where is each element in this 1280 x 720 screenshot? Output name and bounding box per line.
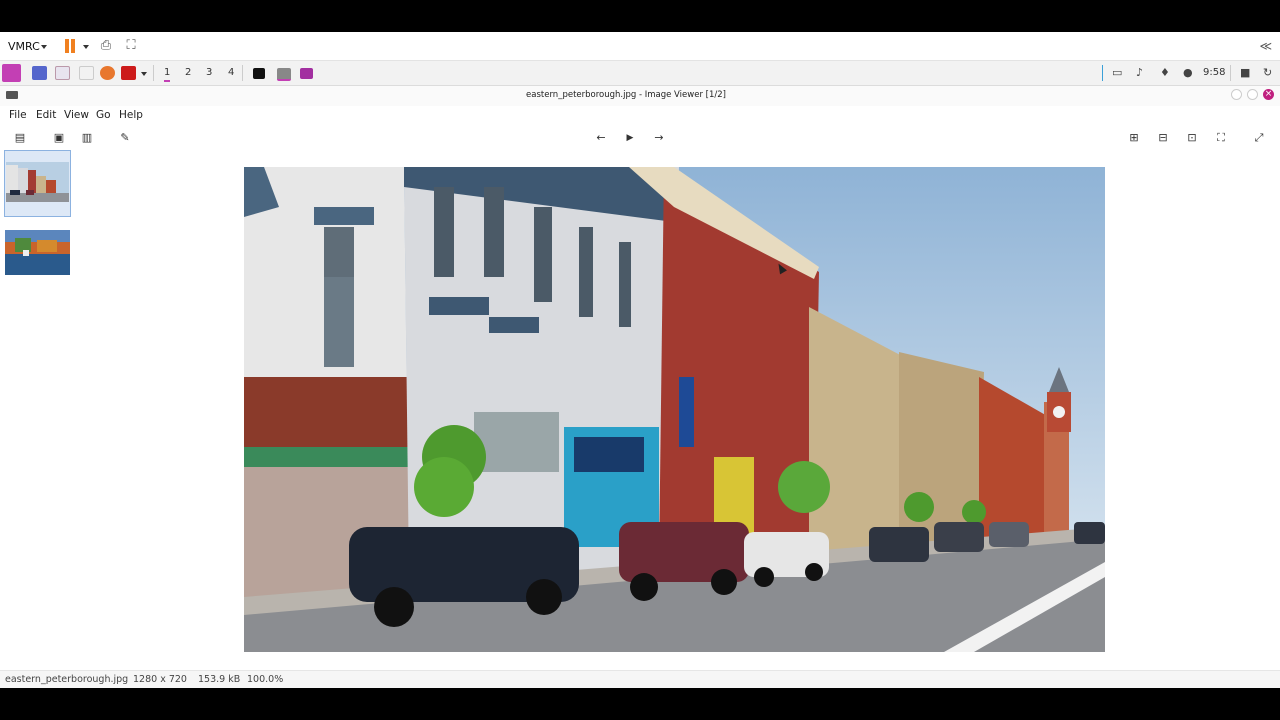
status-filesize: 153.9 kB: [198, 674, 241, 685]
image-viewer-window: eastern_peterborough.jpg - Image Viewer …: [0, 86, 1280, 688]
zoom-original-icon[interactable]: ⊡: [1184, 130, 1200, 146]
terminal-icon[interactable]: [253, 68, 265, 79]
zoom-in-icon[interactable]: ⊞: [1126, 130, 1142, 146]
window-title: eastern_peterborough.jpg - Image Viewer …: [526, 90, 726, 100]
pause-icon[interactable]: [65, 39, 75, 53]
lock-icon[interactable]: ■: [1240, 67, 1250, 79]
minimize-button[interactable]: [1231, 89, 1242, 100]
collapse-icon[interactable]: ≪: [1259, 39, 1272, 53]
edit-icon[interactable]: ✎: [117, 130, 133, 146]
vmrc-menu[interactable]: VMRC: [8, 40, 40, 53]
menu-view[interactable]: View: [64, 109, 89, 121]
status-bar: eastern_peterborough.jpg 1280 x 720 153.…: [0, 670, 1280, 688]
thumbnail-eastern-peterborough[interactable]: [6, 162, 69, 202]
workspace-3[interactable]: 3: [206, 67, 212, 78]
send-ctrl-alt-del-icon[interactable]: ⎙: [98, 39, 114, 53]
launcher-dropdown-icon[interactable]: [141, 72, 147, 76]
text-editor-icon[interactable]: [79, 66, 94, 80]
vmrc-toolbar: VMRC ⎙ ⛶ ≪: [0, 32, 1280, 61]
pause-dropdown-icon[interactable]: [83, 45, 89, 49]
save-icon[interactable]: ▣: [51, 130, 67, 146]
close-button[interactable]: ×: [1263, 89, 1274, 100]
fullscreen-icon[interactable]: ⛶: [123, 39, 139, 53]
panel-separator: [1102, 65, 1103, 81]
panel-separator: [153, 65, 154, 81]
status-dimensions: 1280 x 720: [133, 674, 187, 685]
toolbar: ▤ ▣ ▥ ✎ ← ▶ → ⊞ ⊟ ⊡ ⛶ ⤢: [0, 125, 1280, 151]
previous-icon[interactable]: ←: [593, 130, 609, 146]
main-image: [244, 167, 1105, 652]
status-filename: eastern_peterborough.jpg: [5, 674, 129, 685]
stacked-windows-icon[interactable]: [300, 68, 313, 79]
panel-separator: [1230, 65, 1231, 81]
volume-icon[interactable]: ♪: [1136, 67, 1143, 79]
file-manager-icon[interactable]: [55, 66, 70, 80]
clock[interactable]: 9:58: [1203, 67, 1225, 78]
network-icon[interactable]: ●: [1183, 67, 1193, 79]
slideshow-icon[interactable]: ▶: [622, 130, 638, 146]
app-menu-icon[interactable]: [2, 64, 21, 82]
status-zoom: 100.0%: [247, 674, 284, 685]
menu-go[interactable]: Go: [96, 109, 111, 121]
panel-separator: [242, 65, 243, 81]
menu-bar: File Edit View Go Help: [0, 106, 1280, 125]
maximize-button[interactable]: [1247, 89, 1258, 100]
desktop-icon[interactable]: [32, 66, 47, 80]
thumbnail-sidebar: [0, 150, 76, 670]
display-icon[interactable]: ▭: [1112, 67, 1122, 79]
titlebar[interactable]: eastern_peterborough.jpg - Image Viewer …: [0, 86, 1280, 106]
vmrc-dropdown-icon[interactable]: [41, 45, 47, 49]
fullscreen-icon[interactable]: ⤢: [1251, 130, 1267, 146]
screenshot-icon[interactable]: [121, 66, 136, 80]
delete-icon[interactable]: ▥: [79, 130, 95, 146]
thumbnail-lake-autumn[interactable]: [5, 230, 70, 275]
menu-help[interactable]: Help: [119, 109, 143, 121]
fit-window-icon[interactable]: ⛶: [1213, 130, 1229, 146]
bell-icon[interactable]: ♦: [1160, 67, 1170, 79]
zoom-out-icon[interactable]: ⊟: [1155, 130, 1171, 146]
firefox-icon[interactable]: [100, 66, 115, 80]
workspace-2[interactable]: 2: [185, 67, 191, 78]
guest-taskbar: 1 2 3 4 ▭ ♪ ♦ ● 9:58 ■ ↻: [0, 61, 1280, 86]
image-viewer-task-icon[interactable]: [277, 68, 291, 81]
workspace-4[interactable]: 4: [228, 67, 234, 78]
open-icon[interactable]: ▤: [12, 130, 28, 146]
next-icon[interactable]: →: [651, 130, 667, 146]
menu-file[interactable]: File: [9, 109, 27, 121]
workspace-1[interactable]: 1: [164, 67, 171, 82]
menu-edit[interactable]: Edit: [36, 109, 56, 121]
power-icon[interactable]: ↻: [1263, 67, 1272, 79]
